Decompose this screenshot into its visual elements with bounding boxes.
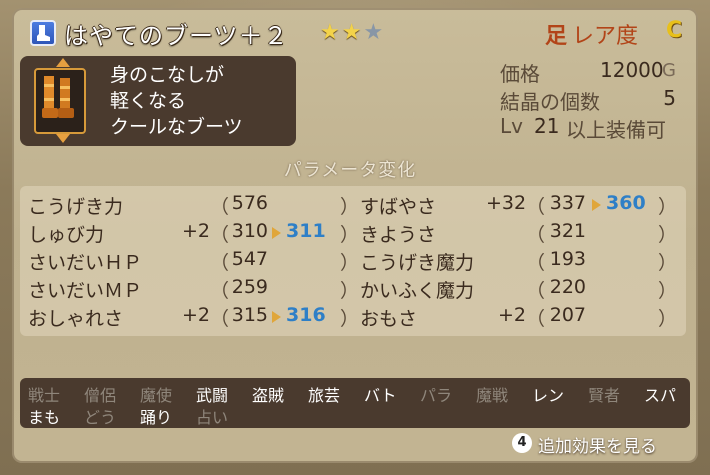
stat-label: さいだいＭＰ [28, 280, 143, 302]
stat-bonus: +2 [497, 304, 526, 326]
stat-label: こうげき魔力 [360, 252, 475, 274]
star-icon: ★ [363, 20, 386, 45]
crystal-label: 結晶の個数 [500, 90, 600, 114]
stat-label: おしゃれさ [28, 308, 124, 330]
stat-current: 321 [549, 220, 586, 242]
item-name: はやてのブーツ＋２ [64, 22, 289, 50]
price-unit: G [662, 60, 676, 81]
stat-row: おしゃれさ +2 （ 315 316 ） [28, 304, 360, 330]
stat-current: 315 [231, 304, 268, 326]
equip-slot: 足 [545, 24, 568, 49]
stat-label: おもさ [360, 308, 418, 330]
job-dancer: 踊り [140, 408, 173, 427]
price-label: 価格 [500, 62, 540, 86]
job-priest: 僧侶 [84, 386, 117, 405]
paren-close: ） [340, 308, 360, 330]
change-arrow-icon [272, 311, 281, 323]
button-4-icon: 4 [512, 433, 532, 453]
level-label: Lv [500, 114, 523, 138]
stat-bonus: +32 [486, 192, 527, 214]
job-sage: 賢者 [588, 386, 621, 405]
job-thief: 盗賊 [252, 386, 285, 405]
stat-label: こうげき力 [28, 196, 124, 218]
stat-row: こうげき力 （ 576 ） [28, 192, 360, 218]
stat-bonus: +2 [181, 220, 210, 242]
stat-row: さいだいＨＰ （ 547 ） [28, 248, 360, 274]
job-paladin: パラ [420, 386, 453, 405]
stat-row: さいだいＭＰ （ 259 ） [28, 276, 360, 302]
equippable-jobs: 戦士 僧侶 魔使 武闘 盗賊 旅芸 バト パラ 魔戦 レン 賢者 スパ まも ど… [20, 378, 690, 428]
job-martial-artist: 武闘 [196, 386, 229, 405]
star-rating: ★★★ [320, 20, 385, 45]
job-luminary: どう [84, 408, 117, 427]
item-description-box: 身のこなしが 軽くなる クールなブーツ [20, 56, 296, 146]
paren-close: ） [340, 280, 360, 302]
stat-row: すばやさ +32 （ 337 360 ） [360, 192, 680, 218]
stat-current: 207 [549, 304, 586, 326]
boot-icon [42, 76, 74, 118]
stat-current: 220 [549, 276, 586, 298]
paren-close: ） [658, 252, 678, 274]
view-extra-effects-label: 追加効果を見る [538, 437, 657, 457]
job-monster-master: まも [28, 408, 61, 427]
stat-current: 310 [231, 220, 268, 242]
stat-current: 547 [231, 248, 268, 270]
stat-label: すばやさ [360, 196, 437, 218]
stat-row: こうげき魔力 （ 193 ） [360, 248, 680, 274]
stat-label: きようさ [360, 224, 437, 246]
stat-current: 193 [549, 248, 586, 270]
job-mage: 魔使 [140, 386, 173, 405]
stat-row: かいふく魔力 （ 220 ） [360, 276, 680, 302]
stat-current: 259 [231, 276, 268, 298]
change-arrow-icon [592, 199, 601, 211]
price-value: 12000 [600, 58, 664, 82]
scroll-up-arrow-icon[interactable] [56, 58, 70, 67]
star-icon: ★ [341, 20, 364, 45]
stat-row: おもさ +2 （ 207 ） [360, 304, 680, 330]
stat-current: 337 [549, 192, 586, 214]
item-header: はやてのブーツ＋２ ★★★ 足 レア度 C [20, 16, 700, 54]
job-fortune-teller: 占い [196, 408, 229, 427]
level-suffix: 以上装備可 [566, 118, 666, 142]
paren-close: ） [658, 196, 678, 218]
paren-close: ） [340, 196, 360, 218]
stat-row: きようさ （ 321 ） [360, 220, 680, 246]
stat-bonus: +2 [181, 304, 210, 326]
crystal-count: 5 [663, 86, 676, 110]
description-line: 軽くなる [110, 90, 187, 112]
rarity-label: レア度 [572, 24, 639, 49]
scroll-down-arrow-icon[interactable] [56, 134, 70, 143]
stat-label: しゅび力 [28, 224, 105, 246]
job-ranger: レン [532, 386, 565, 405]
required-level: 21 [534, 114, 560, 138]
paren-close: ） [658, 224, 678, 246]
change-arrow-icon [272, 227, 281, 239]
item-preview [34, 68, 86, 134]
boot-icon [30, 20, 56, 46]
star-icon: ★ [320, 20, 342, 45]
stat-row: しゅび力 +2 （ 310 311 ） [28, 220, 360, 246]
job-gladiator: バト [364, 386, 397, 405]
job-armamentalist: 魔戦 [476, 386, 509, 405]
description-line: クールなブーツ [110, 116, 243, 138]
paren-close: ） [340, 252, 360, 274]
stat-label: さいだいＨＰ [28, 252, 143, 274]
job-warrior: 戦士 [28, 386, 61, 405]
stat-label: かいふく魔力 [360, 280, 475, 302]
params-title: パラメータ変化 [283, 160, 417, 181]
job-minstrel: 旅芸 [308, 386, 341, 405]
job-superstar: スパ [644, 386, 677, 405]
paren-close: ） [340, 224, 360, 246]
stat-new-value: 311 [286, 220, 326, 242]
paren-close: ） [658, 308, 678, 330]
description-line: 身のこなしが [110, 64, 225, 86]
stat-new-value: 360 [606, 192, 646, 214]
stat-current: 576 [231, 192, 268, 214]
stat-new-value: 316 [286, 304, 326, 326]
paren-close: ） [658, 280, 678, 302]
description-text: 身のこなしが 軽くなる クールなブーツ [110, 62, 243, 140]
stats-box: こうげき力 （ 576 ） しゅび力 +2 （ 310 311 ） さいだいＨＰ… [20, 186, 686, 336]
rarity-value: C [666, 18, 683, 43]
